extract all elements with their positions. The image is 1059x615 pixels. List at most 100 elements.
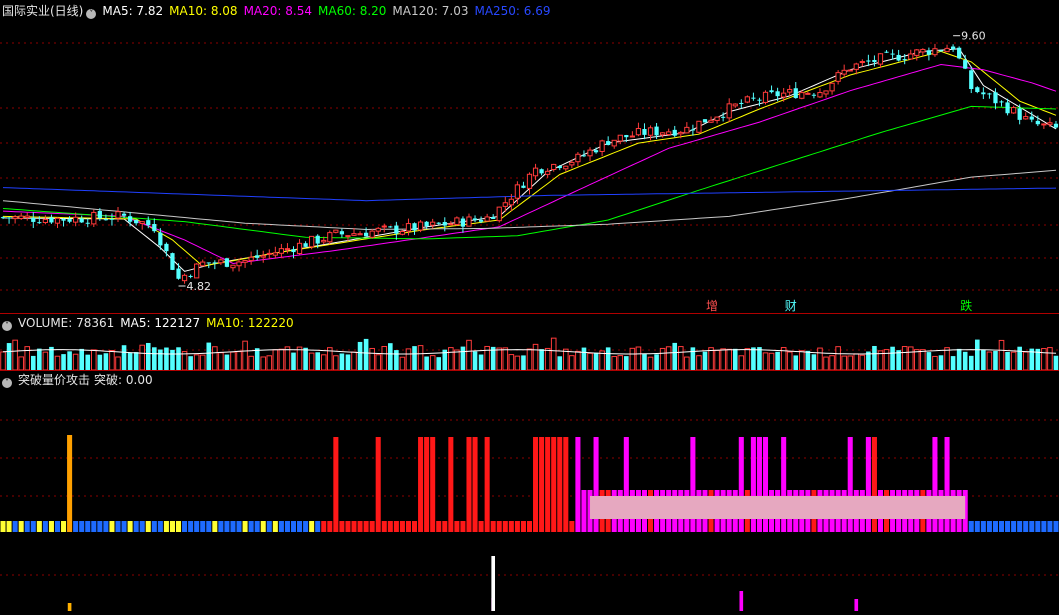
volume-bar (793, 355, 799, 370)
volume-bar (460, 346, 466, 370)
indicator-bar (992, 521, 998, 532)
volume-bar (817, 347, 823, 371)
candle-body (399, 231, 406, 235)
candle-body (787, 88, 793, 93)
candle-body (266, 252, 272, 255)
indicator-bar (200, 521, 206, 532)
volume-bar (744, 348, 751, 371)
indicator-bar (405, 521, 411, 532)
candle-body (629, 135, 635, 138)
candle-body (351, 233, 357, 236)
candlestick-series (0, 43, 1059, 284)
candle-body (85, 222, 90, 224)
volume-bar (998, 339, 1005, 371)
volume-bar (962, 351, 968, 370)
candle-body (817, 92, 823, 98)
volume-bar (12, 339, 18, 371)
candle-body (721, 116, 726, 118)
stock-title[interactable]: 国际实业(日线) (2, 4, 83, 18)
candle-body (654, 126, 659, 136)
chevron-down-icon[interactable]: ˅ (2, 378, 12, 388)
candle-body (442, 222, 447, 226)
volume-bar (738, 355, 745, 371)
candle-body (739, 102, 744, 104)
volume-bar (218, 352, 224, 371)
volume-bar (544, 347, 551, 371)
candle-body (1029, 116, 1034, 120)
volume-bar (883, 349, 890, 371)
candle-body (194, 263, 200, 279)
indicator-bar (133, 521, 139, 532)
volume-bar (835, 346, 841, 371)
chevron-down-icon[interactable]: ˅ (2, 321, 12, 331)
candle-body (417, 221, 424, 231)
indicator-bar (18, 521, 24, 532)
candle-body (793, 88, 798, 99)
candle-body (466, 216, 472, 227)
indicator-bar (526, 521, 533, 532)
volume-bar (968, 355, 974, 370)
candle-body (321, 239, 327, 243)
volume-bar (375, 354, 382, 371)
candle-body (375, 227, 381, 232)
candle-body (902, 59, 907, 61)
chevron-down-icon[interactable]: ˅ (86, 9, 97, 19)
candle-body (575, 153, 581, 163)
volume-bar (975, 339, 980, 370)
candle-body (248, 256, 254, 262)
candle-body (920, 48, 926, 53)
volume-bar (90, 349, 97, 371)
indicator-bar (466, 437, 472, 532)
volume-bar (575, 350, 581, 371)
indicator-bar (472, 437, 478, 532)
candle-body (545, 170, 551, 175)
volume-bar (811, 354, 817, 370)
volume-bar (278, 348, 285, 371)
candle-body (12, 216, 18, 220)
volume-bar (629, 347, 636, 371)
candle-body (932, 48, 938, 56)
volume-bar (61, 354, 66, 370)
candle-body (405, 223, 412, 232)
volume-bar (938, 355, 944, 370)
candle-body (799, 92, 805, 99)
indicator-bar (351, 521, 357, 532)
candle-body (762, 91, 769, 103)
candle-body (896, 54, 901, 61)
indicator-bar (551, 437, 557, 532)
volume-bar (333, 355, 339, 371)
candle-body (1005, 102, 1010, 114)
volume-bar (913, 349, 920, 371)
indicator-title[interactable]: 突破量价攻击 (18, 373, 90, 387)
volume-bar (932, 355, 938, 371)
indicator-bar (6, 521, 12, 532)
indicator-bar (399, 521, 405, 532)
candle-body (73, 216, 79, 223)
volume-bar (454, 349, 460, 371)
volume-bar (642, 354, 647, 370)
volume-bar (291, 352, 296, 370)
candle-body (569, 161, 575, 166)
indicator-bar (48, 521, 54, 532)
volume-bar (42, 351, 49, 371)
indicator-bar (496, 521, 502, 532)
volume-bar (521, 355, 526, 370)
candle-body (551, 163, 557, 170)
candle-body (37, 222, 42, 224)
indicator-bar (575, 437, 581, 532)
indicator-bar (127, 521, 133, 532)
volume-bar (611, 356, 618, 371)
indicator-bars (0, 435, 1059, 611)
candle-body (508, 198, 514, 206)
candle-body (690, 129, 696, 131)
candle-body (841, 69, 847, 75)
candle-body (170, 253, 175, 270)
candle-body (363, 232, 369, 237)
candle-body (115, 211, 121, 219)
volume-bar (315, 352, 320, 370)
volume-bar (405, 348, 412, 371)
volume-bar (448, 347, 454, 371)
indicator-bar (563, 437, 569, 532)
indicator-bar (369, 521, 375, 532)
indicator-bar (30, 521, 36, 532)
